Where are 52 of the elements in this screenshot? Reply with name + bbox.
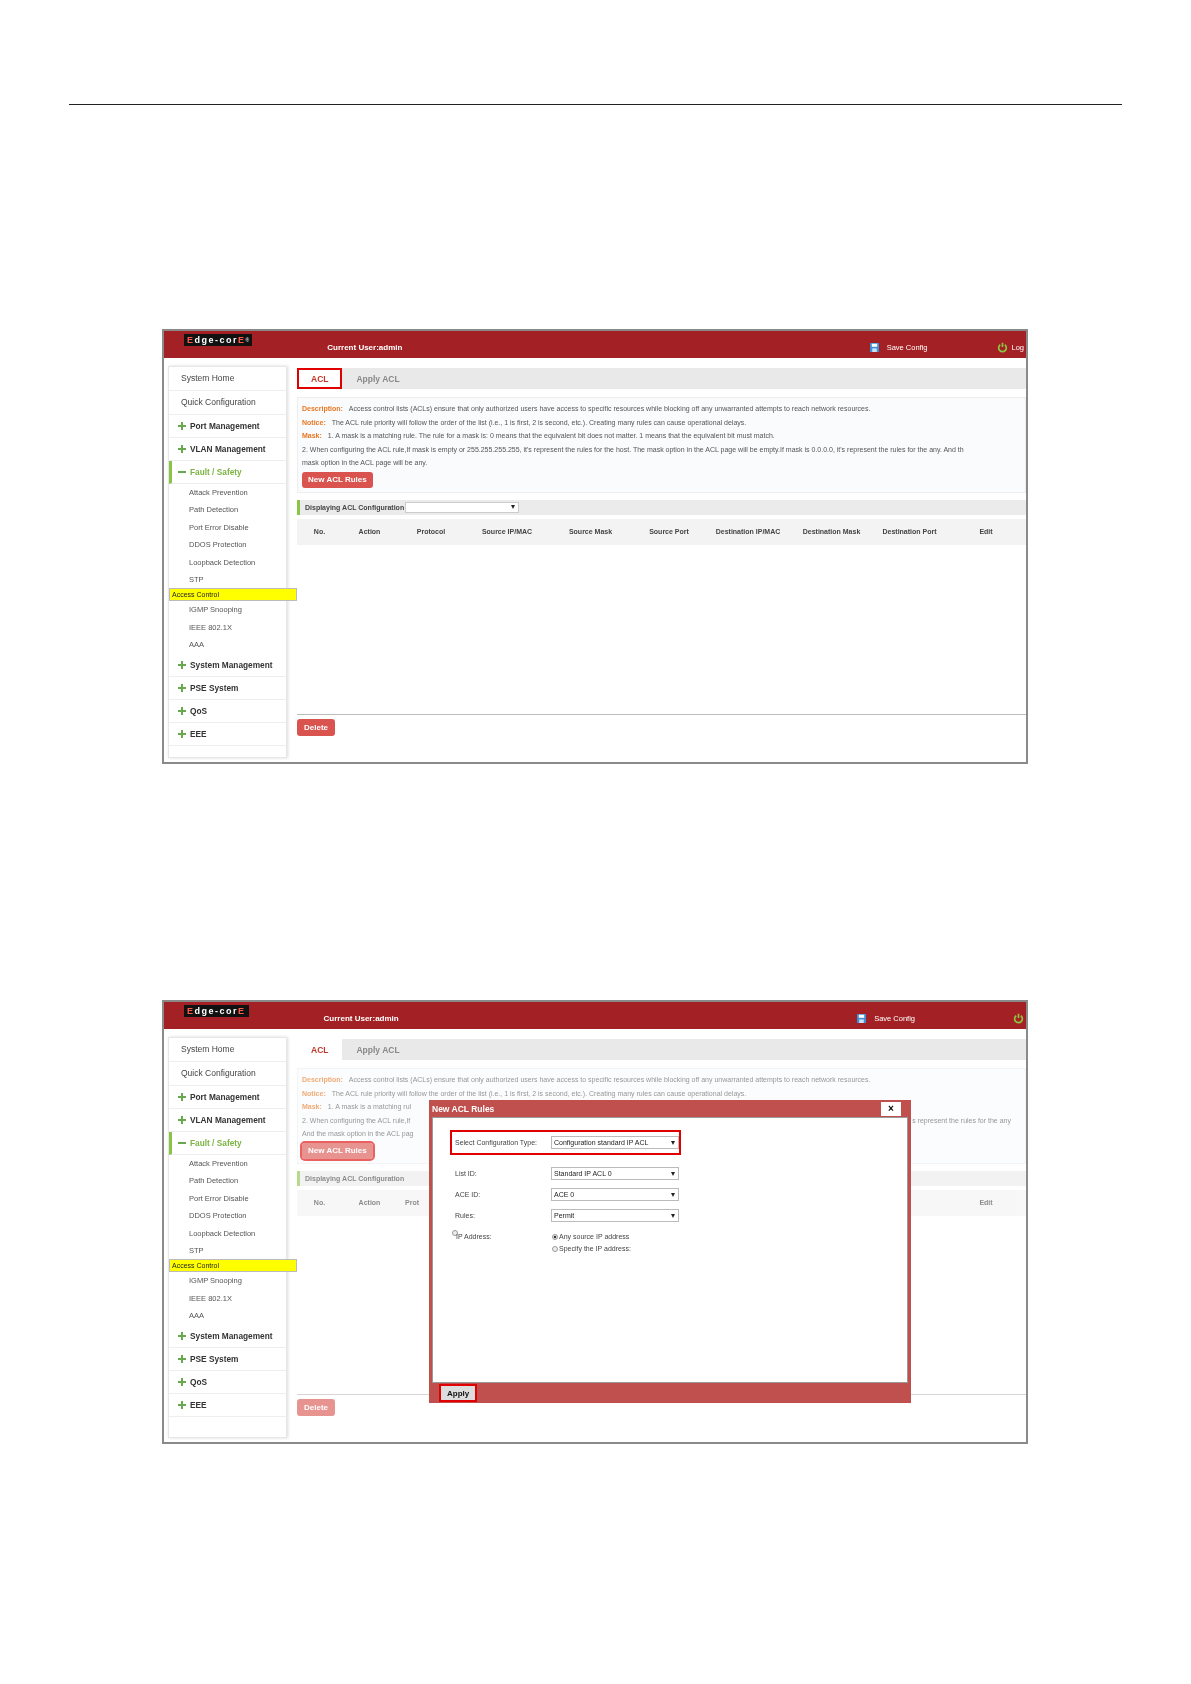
new-acl-rules-button[interactable]: New ACL Rules (302, 471, 373, 488)
delete-button[interactable]: Delete (297, 719, 335, 736)
sidebar-item[interactable]: Quick Configuration (169, 1062, 286, 1086)
dialog-title: New ACL Rules (432, 1103, 495, 1114)
sidebar-group[interactable]: VLAN Management (169, 1109, 286, 1132)
sidebar-group[interactable]: Port Management (169, 415, 286, 438)
sidebar-group[interactable]: Port Management (169, 1086, 286, 1109)
sidebar-item[interactable]: System Home (169, 367, 286, 391)
current-user: Current User:admin (323, 1013, 399, 1023)
collapse-icon (178, 468, 186, 476)
close-button[interactable]: × (881, 1101, 901, 1116)
sidebar-group[interactable]: EEE (169, 722, 286, 746)
expand-icon (178, 1331, 186, 1340)
caret-icon (671, 1192, 675, 1197)
tab[interactable]: ACL (297, 368, 343, 389)
power-icon (1013, 1012, 1024, 1024)
expand-icon (178, 422, 186, 430)
power-icon (997, 341, 1009, 353)
expand-icon (178, 1354, 186, 1363)
expand-icon (178, 445, 186, 453)
current-user: Current User:admin (327, 342, 403, 352)
sidebar-group[interactable]: PSE System (169, 676, 286, 700)
sidebar-group[interactable]: QoS (169, 1370, 286, 1394)
expand-icon (178, 706, 186, 715)
save-icon (857, 1013, 867, 1023)
expand-icon (178, 1093, 186, 1101)
sidebar-group[interactable]: PSE System (169, 1347, 286, 1371)
expand-icon (178, 1116, 186, 1124)
sidebar-group[interactable]: VLAN Management (169, 438, 286, 461)
sidebar-group[interactable]: EEE (169, 1393, 286, 1417)
apply-button[interactable]: Apply (441, 1386, 476, 1400)
sidebar-item[interactable]: Quick Configuration (169, 391, 286, 415)
caret-icon (671, 1213, 675, 1218)
radio-button[interactable] (552, 1234, 558, 1240)
expand-icon (178, 683, 186, 692)
tab[interactable]: ACL (297, 1039, 343, 1060)
logout-button[interactable] (1013, 1012, 1024, 1024)
save-icon (869, 342, 879, 352)
radio-button[interactable] (552, 1246, 558, 1252)
caret-icon (511, 505, 516, 509)
logo: Edge-corE (184, 1005, 249, 1017)
caret-icon (671, 1171, 675, 1176)
caret-icon (671, 1140, 675, 1145)
expand-icon (178, 729, 186, 738)
expand-icon (178, 660, 186, 669)
sidebar-group[interactable]: QoS (169, 699, 286, 723)
collapse-icon (178, 1139, 186, 1147)
sidebar-group[interactable]: System Management (169, 1324, 286, 1348)
sidebar-group[interactable]: System Management (169, 653, 286, 677)
expand-icon (178, 1400, 186, 1409)
sidebar-item[interactable]: System Home (169, 1038, 286, 1062)
expand-icon (178, 1377, 186, 1386)
